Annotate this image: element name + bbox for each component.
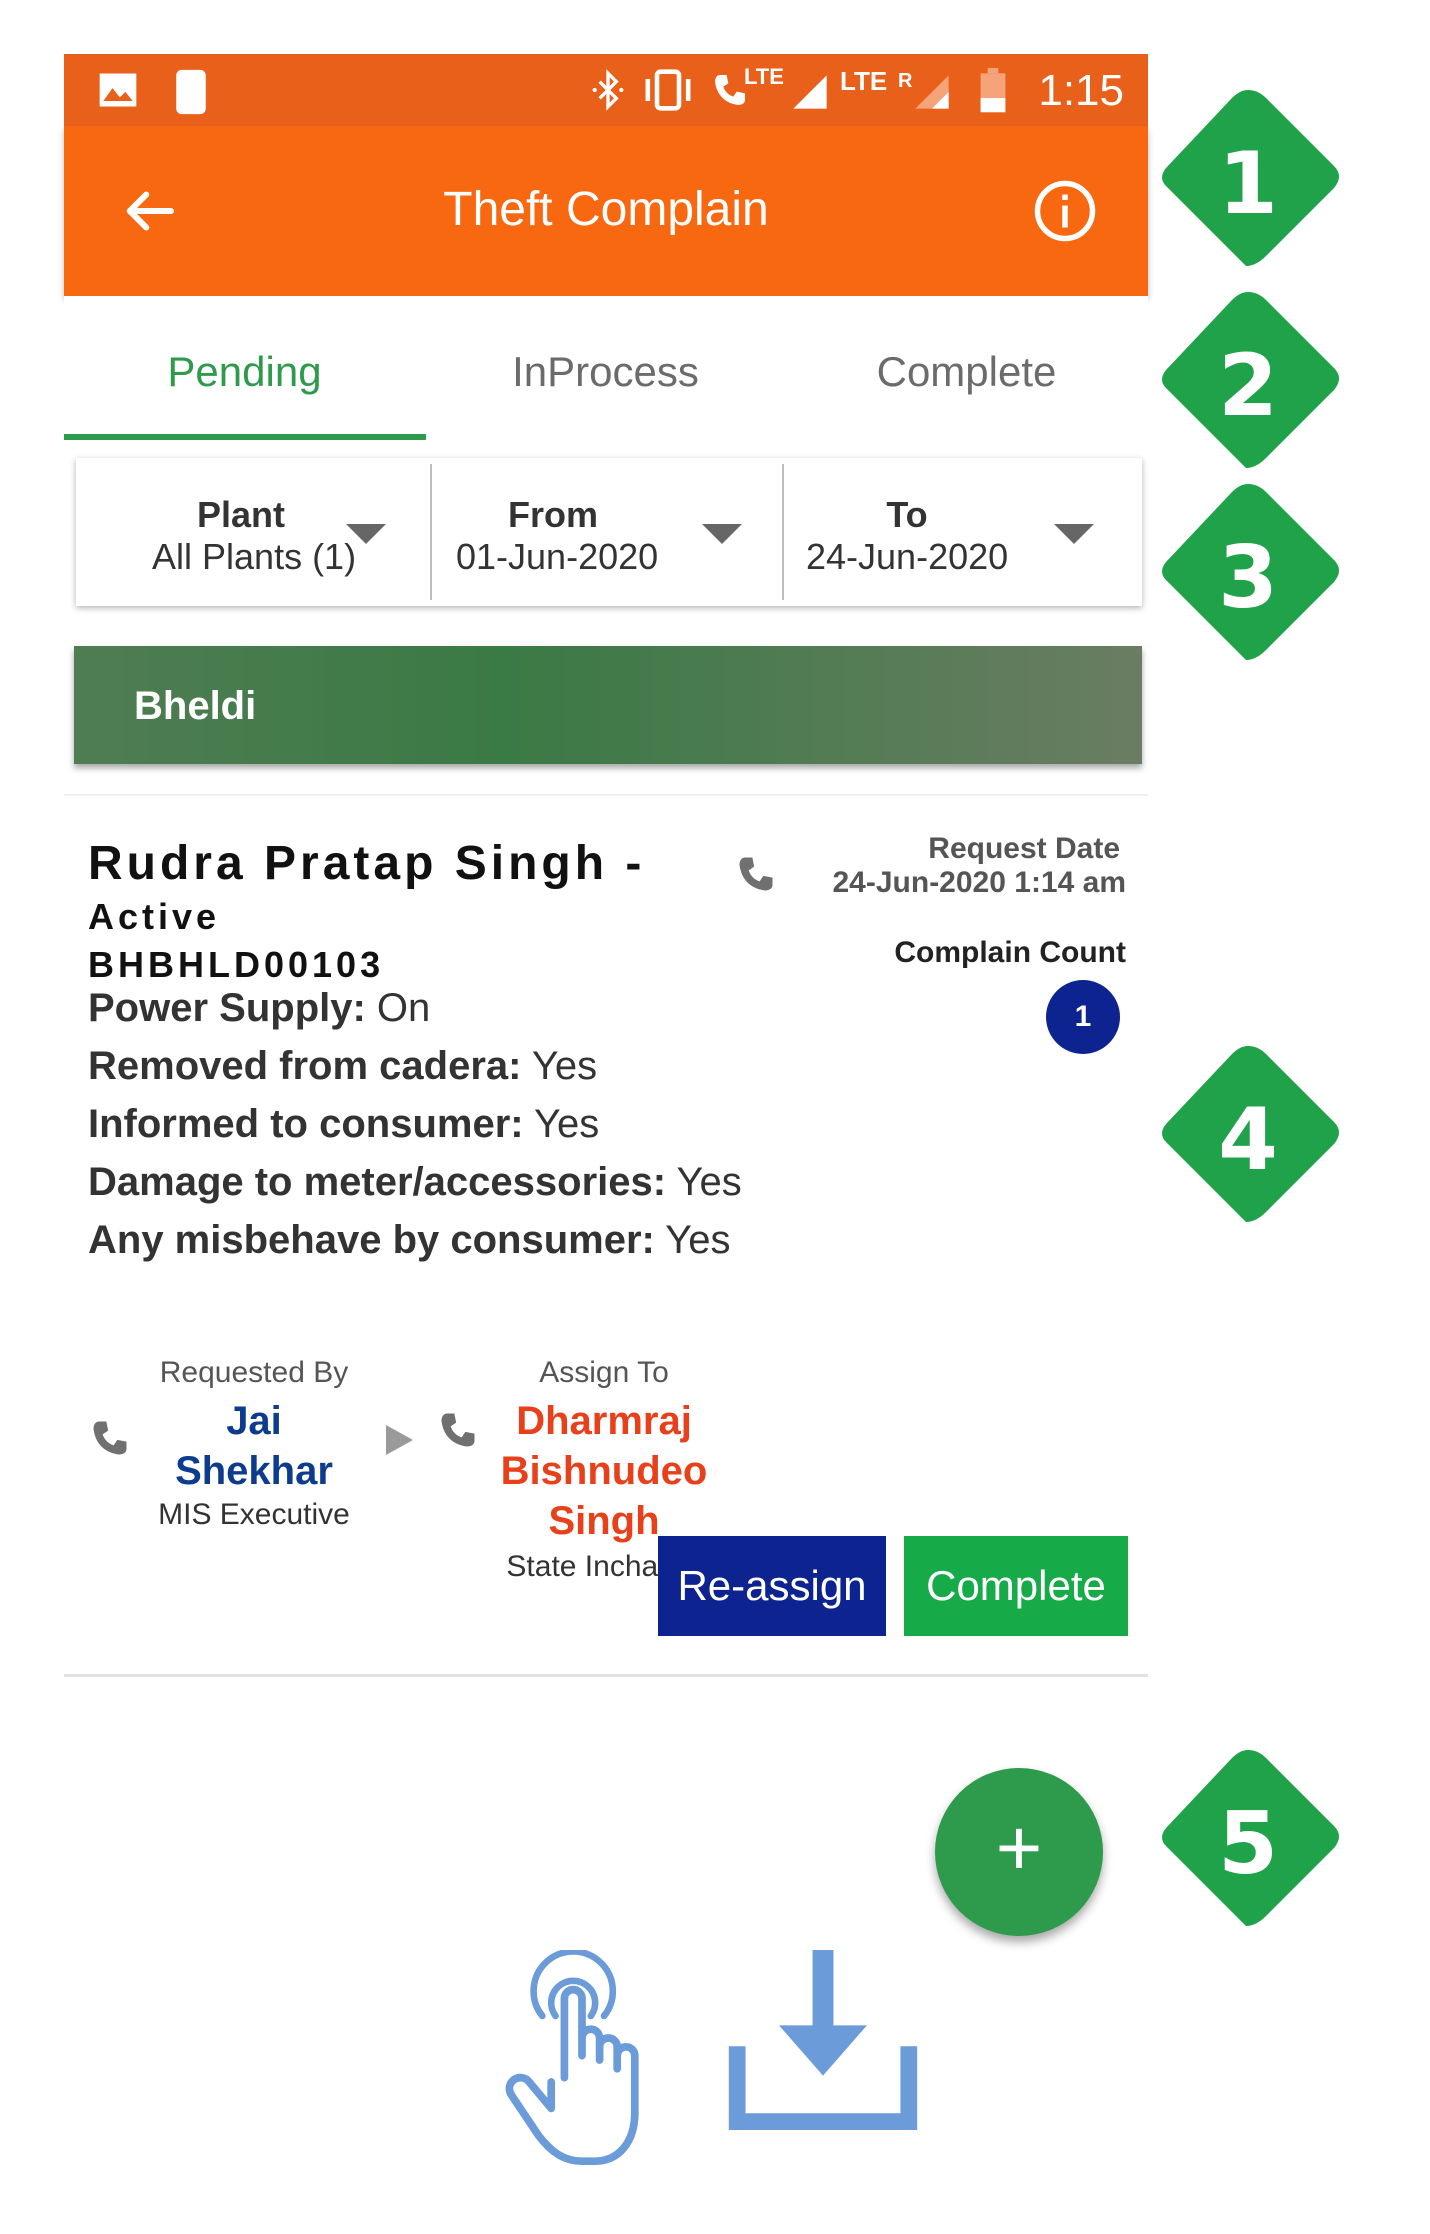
callout-number: 2 [1218, 336, 1278, 436]
requested-by-name-line2: Shekhar [175, 1449, 333, 1493]
field-key: Power Supply: [88, 986, 366, 1030]
to-date-dropdown[interactable]: To 24-Jun-2020 [784, 458, 1142, 606]
add-complaint-fab[interactable]: + [935, 1768, 1103, 1936]
download-icon [728, 1950, 918, 2130]
callout-number: 5 [1218, 1794, 1278, 1894]
signal-roaming-icon [915, 75, 949, 109]
lte-label: LTE [744, 64, 784, 89]
field-misbehave-by-consumer: Any misbehave by consumer: Yes [88, 1218, 731, 1263]
callout-number: 1 [1218, 134, 1278, 234]
moon-icon [176, 69, 206, 115]
callout-number: 3 [1218, 528, 1278, 628]
field-power-supply: Power Supply: On [88, 986, 430, 1031]
requested-by-role: MIS Executive [158, 1498, 350, 1531]
field-value: Yes [654, 1218, 731, 1262]
requested-by-name-line1: Jai [226, 1399, 282, 1443]
filter-bar: Plant All Plants (1) From 01-Jun-2020 To… [76, 458, 1142, 606]
signal-icon [793, 75, 827, 109]
tab-complete[interactable]: Complete [786, 296, 1147, 442]
plus-icon: + [995, 1803, 1043, 1892]
to-value: 24-Jun-2020 [806, 536, 1009, 577]
bluetooth-icon [592, 69, 624, 111]
status-time: 1:15 [1038, 66, 1124, 115]
request-date: 24-Jun-2020 1:14 am [832, 866, 1127, 899]
field-damage-to-meter: Damage to meter/accessories: Yes [88, 1160, 742, 1205]
tab-indicator [64, 434, 426, 440]
complete-button[interactable]: Complete [904, 1536, 1128, 1636]
assign-to-label: Assign To [539, 1356, 669, 1389]
roaming-label: R [898, 70, 913, 92]
field-informed-to-consumer: Informed to consumer: Yes [88, 1102, 599, 1147]
assign-to-name-line2: Bishnudeo [500, 1449, 708, 1493]
field-value: Yes [666, 1160, 742, 1204]
battery-icon [980, 68, 1006, 113]
info-icon[interactable] [1032, 178, 1098, 244]
complaint-card[interactable]: Rudra Pratap Singh - Active BHBHLD00103 … [64, 796, 1148, 1678]
from-value: 01-Jun-2020 [456, 536, 659, 577]
app-bar: Theft Complain [64, 126, 1148, 296]
callout-1: 1 [1148, 84, 1348, 284]
consumer-name: Rudra Pratap Singh - [88, 837, 646, 890]
phone-screen: LTE LTE R 1:15 Theft Complain Pending In… [64, 54, 1148, 1704]
consumer-status: Active [88, 896, 221, 937]
tab-bar: Pending InProcess Complete [64, 296, 1148, 442]
requested-by-label: Requested By [159, 1356, 349, 1389]
play-arrow-icon [386, 1425, 413, 1455]
divider [64, 1674, 1148, 1677]
assign-to-name-line1: Dharmraj [516, 1399, 692, 1443]
request-date-label: Request Date [928, 832, 1120, 865]
field-key: Damage to meter/accessories: [88, 1160, 667, 1204]
plant-value: All Plants (1) [152, 536, 357, 577]
phone-icon[interactable] [734, 852, 778, 896]
vibrate-icon [645, 69, 691, 111]
field-value: Yes [521, 1044, 598, 1088]
phone-icon[interactable] [88, 1416, 132, 1460]
plant-dropdown[interactable]: Plant All Plants (1) [76, 458, 430, 606]
field-key: Informed to consumer: [88, 1102, 524, 1146]
page-title: Theft Complain [443, 183, 769, 236]
reassign-button[interactable]: Re-assign [658, 1536, 886, 1636]
image-icon [99, 73, 137, 107]
status-bar: LTE LTE R 1:15 [64, 54, 1148, 126]
phone-icon[interactable] [436, 1408, 480, 1452]
field-value: Yes [523, 1102, 600, 1146]
field-key: Any misbehave by consumer: [88, 1218, 655, 1262]
to-label: To [886, 494, 928, 535]
callout-2: 2 [1148, 286, 1348, 486]
callout-3: 3 [1148, 478, 1348, 678]
complain-count-label: Complain Count [894, 936, 1126, 969]
plant-name: Bheldi [134, 684, 257, 728]
touch-hand-icon [505, 1950, 639, 2166]
callout-5: 5 [1148, 1744, 1348, 1944]
from-label: From [508, 494, 598, 535]
field-value: On [365, 986, 431, 1030]
plant-group-header[interactable]: Bheldi [74, 646, 1142, 764]
tab-pending[interactable]: Pending [64, 296, 425, 442]
callout-4: 4 [1148, 1040, 1348, 1240]
lte-label-2: LTE [840, 66, 888, 96]
field-removed-from-cadera: Removed from cadera: Yes [88, 1044, 597, 1089]
callout-number: 4 [1218, 1090, 1278, 1190]
chevron-down-icon [1054, 524, 1094, 544]
complain-count-badge: 1 [1046, 980, 1120, 1054]
requested-by: Requested By Jai Shekhar MIS Executive [144, 1356, 364, 1532]
field-key: Removed from cadera: [88, 1044, 522, 1088]
tab-inprocess[interactable]: InProcess [425, 296, 786, 442]
consumer-id: BHBHLD00103 [88, 944, 385, 985]
